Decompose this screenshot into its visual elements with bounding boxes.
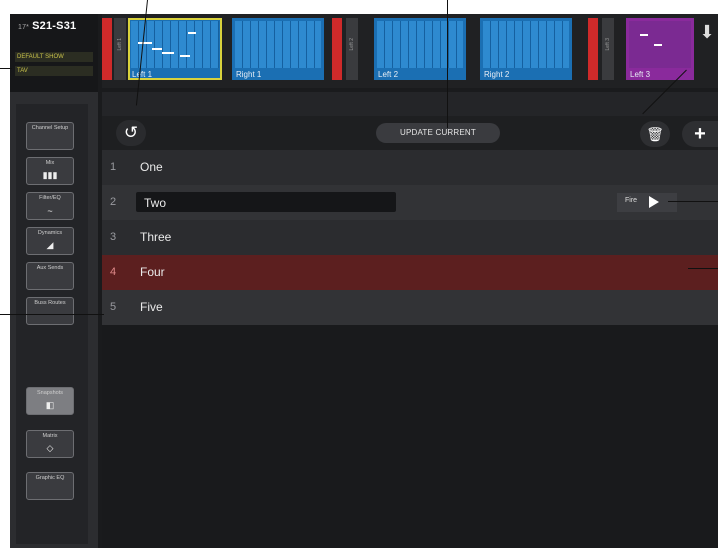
- snapshot-name: Four: [140, 265, 165, 279]
- empty-area: [102, 325, 718, 548]
- channel-label: Left 2: [378, 70, 399, 79]
- sidebar-item-label: Filter/EQ: [39, 195, 61, 201]
- channel-grip[interactable]: Left 1: [114, 18, 126, 80]
- sidebar-item-label: Dynamics: [37, 230, 63, 236]
- channel-grip[interactable]: Left 3: [602, 18, 614, 80]
- fire-button[interactable]: Fire: [617, 193, 677, 212]
- callout-line: [0, 314, 104, 315]
- snapshot-row[interactable]: 3 Three: [102, 220, 718, 255]
- level-tick: [152, 48, 162, 50]
- snapshot-row[interactable]: 2 Two Fire: [102, 185, 718, 220]
- dynamics-icon: ◢: [46, 240, 54, 250]
- grip-label: Left 2: [349, 38, 355, 51]
- level-tick: [654, 44, 662, 46]
- channel-color-bar: [102, 18, 112, 80]
- snapshot-name: Three: [140, 230, 172, 244]
- undo-icon[interactable]: ↺: [116, 120, 146, 146]
- sidebar-item-label: Mix: [45, 160, 55, 166]
- sidebar-item-graphic-eq[interactable]: Graphic EQ: [26, 472, 74, 500]
- play-icon: [649, 196, 659, 208]
- app-window: 17* S21-S31 DEFAULT SHOW TAV Left 1 Left …: [10, 14, 718, 548]
- sidebar-item-channel-setup[interactable]: Channel Setup: [26, 122, 74, 150]
- grip-label: Left 1: [117, 38, 123, 51]
- level-tick: [188, 32, 196, 34]
- snapshot-icon: ◧: [45, 400, 55, 410]
- sidebar-item-label: Channel Setup: [31, 125, 69, 131]
- channel-right-1[interactable]: Right 1: [232, 18, 324, 80]
- snapshot-number: 2: [110, 196, 117, 208]
- sidebar-item-label: Aux Sends: [36, 265, 64, 271]
- sidebar-item-dynamics[interactable]: Dynamics ◢: [26, 227, 74, 255]
- snapshot-number: 3: [110, 231, 117, 243]
- snapshot-number: 5: [110, 301, 117, 313]
- snapshot-name-field[interactable]: Two: [136, 192, 396, 212]
- channel-color-bar: [588, 18, 598, 80]
- eq-curve-icon: ~: [47, 206, 53, 216]
- add-icon[interactable]: +: [682, 121, 718, 147]
- sidebar-item-label: Snapshots: [37, 390, 63, 396]
- header-panel: 17* S21-S31 DEFAULT SHOW TAV: [10, 14, 98, 92]
- scene-title-text: S21-S31: [32, 20, 77, 32]
- channel-label: Left 1: [132, 70, 153, 79]
- sidebar-item-filter-eq[interactable]: Filter/EQ ~: [26, 192, 74, 220]
- sidebar-item-buss-routes[interactable]: Buss Routes: [26, 297, 74, 325]
- snapshot-row[interactable]: 1 One: [102, 150, 718, 185]
- fire-label: Fire: [625, 197, 638, 204]
- callout-line: [0, 68, 12, 69]
- snapshot-number: 4: [110, 266, 117, 278]
- snapshot-panel: ↺ UPDATE CURRENT 🗑 + 1 One 2 Two Fire 3 …: [102, 92, 718, 548]
- snapshot-row-current[interactable]: 4 Four: [102, 255, 718, 290]
- trash-icon[interactable]: 🗑: [640, 121, 670, 147]
- sidebar-item-mix[interactable]: Mix ▮▮▮: [26, 157, 74, 185]
- channel-label: Left 3: [630, 70, 651, 79]
- level-tick: [162, 52, 174, 54]
- grip-label: Left 3: [605, 38, 611, 51]
- snapshot-toolbar: ↺ UPDATE CURRENT 🗑 +: [102, 116, 718, 150]
- snapshot-name: Five: [140, 300, 163, 314]
- channel-color-bar: [332, 18, 342, 80]
- sidebar: Channel Setup Mix ▮▮▮ Filter/EQ ~ Dynamics…: [10, 92, 98, 548]
- snapshot-number: 1: [110, 161, 117, 173]
- callout-line: [668, 201, 718, 202]
- update-current-button[interactable]: UPDATE CURRENT: [376, 123, 500, 143]
- sidebar-item-snapshots[interactable]: Snapshots ◧: [26, 387, 74, 415]
- show-subname: TAV: [15, 66, 93, 76]
- matrix-icon: ◇: [46, 443, 54, 453]
- fader-columns: [377, 21, 463, 68]
- level-tick: [138, 42, 152, 44]
- scene-title: 17* S21-S31: [18, 20, 76, 32]
- level-tick: [640, 34, 648, 36]
- sidebar-panel: Channel Setup Mix ▮▮▮ Filter/EQ ~ Dynamics…: [16, 104, 88, 544]
- scene-prefix: 17*: [18, 24, 30, 31]
- channel-right-2[interactable]: Right 2: [480, 18, 572, 80]
- snapshot-name: Two: [144, 196, 167, 210]
- channel-strip: Left 1 Left 1 Right 1 Left 2 Left 2 Righ…: [102, 14, 718, 88]
- channel-left-2[interactable]: Left 2: [374, 18, 466, 80]
- fader-columns: [235, 21, 321, 68]
- channel-grip[interactable]: Left 2: [346, 18, 358, 80]
- callout-line: [447, 0, 448, 128]
- scroll-down-icon[interactable]: ⬇: [696, 22, 718, 52]
- sidebar-item-label: Graphic EQ: [35, 475, 65, 481]
- sidebar-item-label: Buss Routes: [34, 300, 66, 306]
- sidebar-item-aux-sends[interactable]: Aux Sends: [26, 262, 74, 290]
- channel-label: Right 1: [236, 70, 262, 79]
- show-name: DEFAULT SHOW: [15, 52, 93, 62]
- fader-columns: [483, 21, 569, 68]
- snapshot-name: One: [140, 160, 163, 174]
- snapshot-row[interactable]: 5 Five: [102, 290, 718, 325]
- channel-label: Right 2: [484, 70, 510, 79]
- sidebar-item-label: Matrix: [42, 433, 58, 439]
- mix-icon: ▮▮▮: [42, 170, 58, 180]
- sidebar-item-matrix[interactable]: Matrix ◇: [26, 430, 74, 458]
- level-tick: [180, 55, 190, 57]
- callout-line: [688, 268, 718, 269]
